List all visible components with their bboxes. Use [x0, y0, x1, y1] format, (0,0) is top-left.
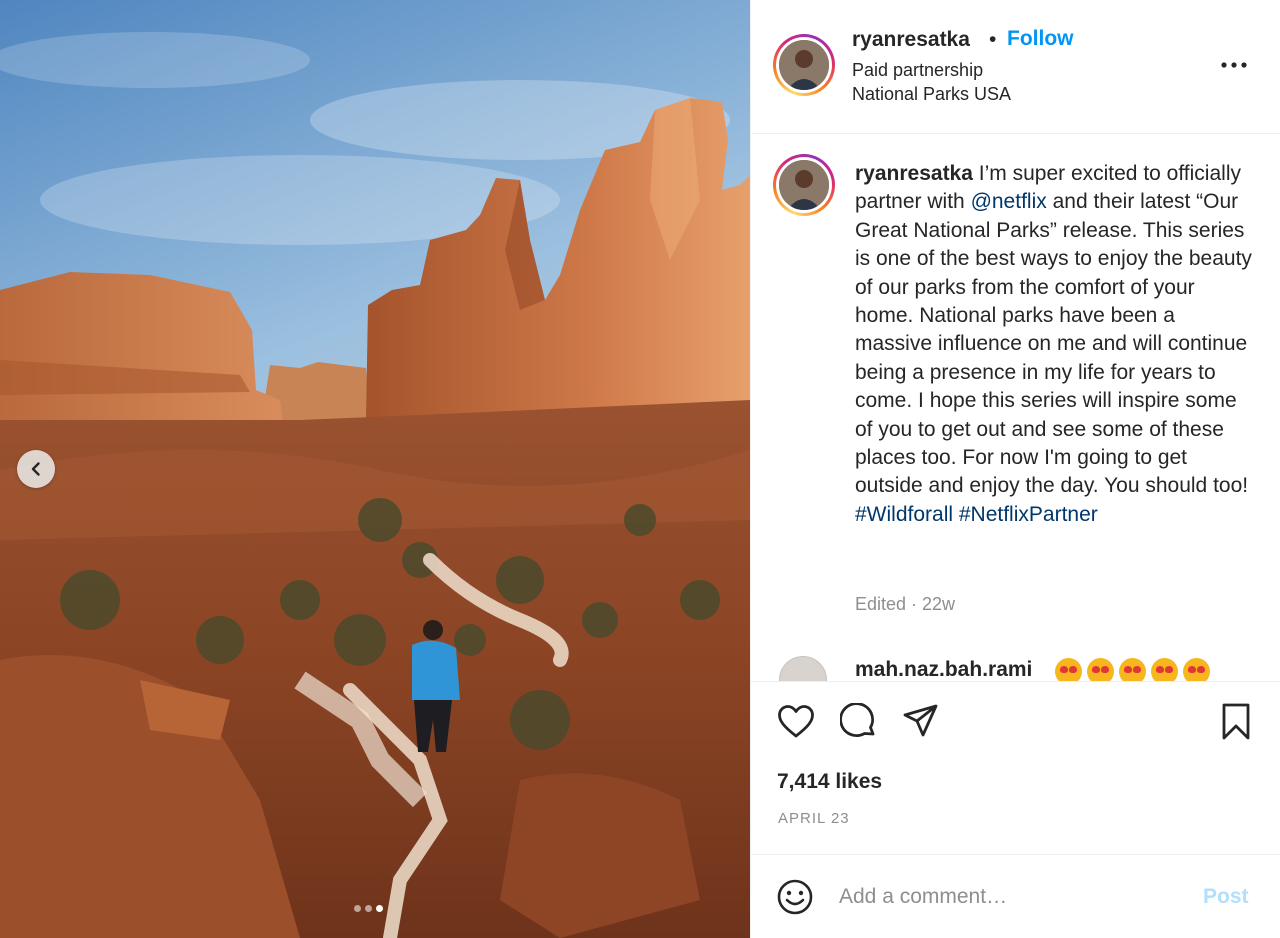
- avatar-photo: [779, 160, 829, 210]
- paid-partnership-label[interactable]: Paid partnership: [852, 60, 983, 81]
- mention-link[interactable]: @netflix: [971, 190, 1047, 213]
- post-date: APRIL 23: [778, 810, 850, 827]
- commenter-username[interactable]: mah.naz.bah.rami: [855, 658, 1032, 681]
- smiley-icon[interactable]: [776, 878, 814, 916]
- more-options-icon[interactable]: [1218, 52, 1250, 78]
- comment-input[interactable]: [839, 882, 1179, 912]
- post-media[interactable]: [0, 0, 750, 938]
- follow-button[interactable]: Follow: [1007, 27, 1074, 51]
- comment-emojis: [1055, 658, 1210, 681]
- carousel-dot: [365, 905, 372, 912]
- caption-text-part-2: and their latest “Our Great National Par…: [855, 190, 1252, 498]
- post-side-panel: ryanresatka • Follow Paid partnership Na…: [750, 0, 1280, 938]
- partner-name[interactable]: National Parks USA: [852, 84, 1011, 105]
- post-comment-button[interactable]: Post: [1203, 885, 1249, 909]
- chevron-left-icon: [31, 462, 40, 476]
- carousel-dot-active: [376, 905, 383, 912]
- author-avatar[interactable]: [773, 34, 835, 96]
- commenter-avatar[interactable]: [779, 656, 827, 681]
- caption-username[interactable]: ryanresatka: [855, 162, 973, 185]
- comments-scroll-area[interactable]: ryanresatka I’m super excited to officia…: [751, 135, 1280, 681]
- add-comment-bar: Post: [751, 856, 1280, 938]
- post-header: ryanresatka • Follow Paid partnership Na…: [751, 0, 1280, 134]
- bookmark-icon[interactable]: [1219, 702, 1253, 742]
- like-count[interactable]: 7,414 likes: [777, 770, 882, 794]
- desert-canyon-photo: [0, 0, 750, 938]
- heart-icon[interactable]: [777, 704, 815, 740]
- share-icon[interactable]: [902, 702, 940, 740]
- heart-eyes-emoji-icon: [1151, 658, 1178, 681]
- caption-author-avatar[interactable]: [773, 154, 835, 216]
- author-username[interactable]: ryanresatka: [852, 28, 970, 52]
- carousel-dot: [354, 905, 361, 912]
- heart-eyes-emoji-icon: [1087, 658, 1114, 681]
- comment-item: mah.naz.bah.rami: [779, 656, 1259, 681]
- carousel-indicator: [354, 905, 383, 912]
- post-actions: 7,414 likes APRIL 23: [751, 681, 1280, 855]
- heart-eyes-emoji-icon: [1055, 658, 1082, 681]
- heart-eyes-emoji-icon: [1119, 658, 1146, 681]
- hashtag-links[interactable]: #Wildforall #NetflixPartner: [855, 503, 1098, 526]
- header-separator: •: [989, 28, 997, 51]
- previous-slide-button[interactable]: [17, 450, 55, 488]
- post-caption: ryanresatka I’m super excited to officia…: [855, 160, 1255, 529]
- comment-icon[interactable]: [840, 703, 878, 741]
- heart-eyes-emoji-icon: [1183, 658, 1210, 681]
- instagram-post: ryanresatka • Follow Paid partnership Na…: [0, 0, 1280, 938]
- avatar-photo: [779, 40, 829, 90]
- caption-meta: Edited · 22w: [855, 594, 956, 614]
